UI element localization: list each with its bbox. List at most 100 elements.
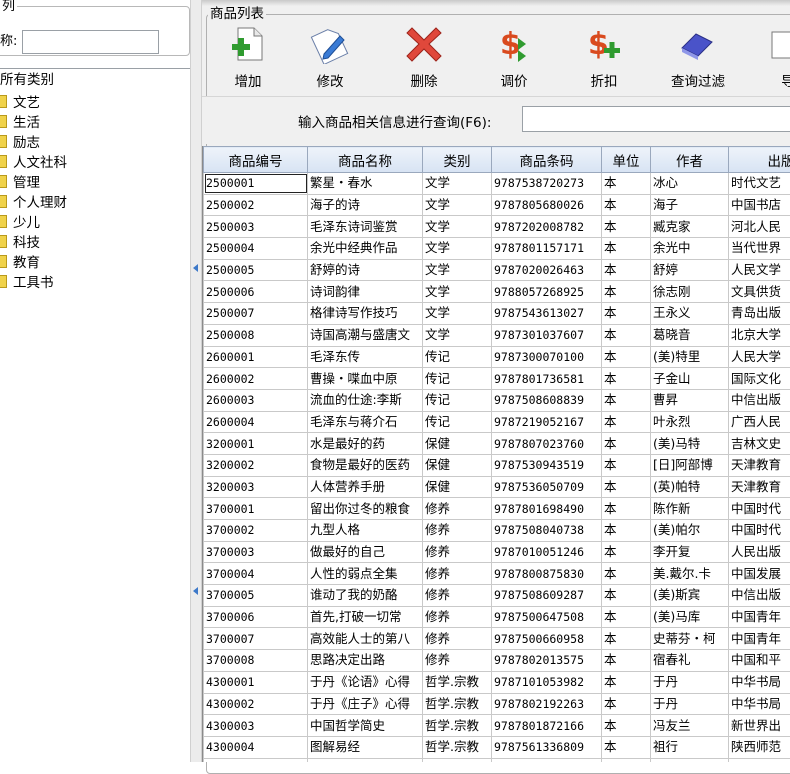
column-header[interactable]: 出版 xyxy=(729,147,790,173)
table-row[interactable]: 2600002曹操・喋血中原传记9787801736581本子金山国际文化 xyxy=(204,368,790,390)
column-header[interactable]: 商品编号 xyxy=(204,147,308,173)
table-cell: 中国哲学简史 xyxy=(308,715,423,737)
table-row[interactable]: 2500007格律诗写作技巧文学9787543613027本王永义青岛出版 xyxy=(204,303,790,325)
table-cell: 9787101053982 xyxy=(492,671,602,693)
table-row[interactable]: 3700007高效能人士的第八修养9787500660958本史蒂芬・柯中国青年 xyxy=(204,628,790,650)
table-cell: 文学 xyxy=(423,238,492,260)
toolbar-button[interactable]: 删除 xyxy=(380,22,460,92)
table-cell: 人民文学 xyxy=(729,259,790,281)
table-row[interactable]: 3700003做最好的自己修养9787010051246本李开复人民出版 xyxy=(204,541,790,563)
table-cell: 传记 xyxy=(423,411,492,433)
toolbar-button[interactable]: $调价 xyxy=(470,22,550,92)
table-cell: 毛泽东诗词鉴赏 xyxy=(308,216,423,238)
table-cell: 本 xyxy=(602,259,651,281)
folder-icon xyxy=(0,115,7,128)
table-row[interactable]: 2600003流血的仕途:李斯传记9787508608839本曹昇中信出版 xyxy=(204,389,790,411)
table-cell: 本 xyxy=(602,541,651,563)
table-cell: 9787802192263 xyxy=(492,693,602,715)
table-cell: 中国和平 xyxy=(729,650,790,672)
table-row[interactable]: 2500002海子的诗文学9787805680026本海子中国书店 xyxy=(204,194,790,216)
folder-icon xyxy=(0,95,7,108)
table-row[interactable]: 2500004余光中经典作品文学9787801157171本余光中当代世界 xyxy=(204,238,790,260)
tree-item-category[interactable]: 管理 xyxy=(0,171,67,191)
column-header[interactable]: 商品条码 xyxy=(492,147,602,173)
table-row[interactable]: 4300005厚黑学哲学.宗教9787800806063本李宗吾群言出版 xyxy=(204,758,790,762)
name-input[interactable] xyxy=(22,30,159,54)
tree-item-category[interactable]: 励志 xyxy=(0,131,67,151)
table-cell: 李开复 xyxy=(651,541,729,563)
table-row[interactable]: 4300003中国哲学简史哲学.宗教9787801872166本冯友兰新世界出 xyxy=(204,715,790,737)
table-cell: 九型人格 xyxy=(308,520,423,542)
table-cell: 人性的弱点全集 xyxy=(308,563,423,585)
table-row[interactable]: 3200001水是最好的药保健9787807023760本(美)马特吉林文史 xyxy=(204,433,790,455)
toolbar-button[interactable]: 查询过滤 xyxy=(654,22,734,92)
table-cell: 哲学.宗教 xyxy=(423,758,492,762)
tree-item-category[interactable]: 工具书 xyxy=(0,271,67,291)
column-header[interactable]: 类别 xyxy=(423,147,492,173)
table-cell: 3700003 xyxy=(204,541,308,563)
splitter[interactable] xyxy=(190,0,202,762)
table-cell: 修养 xyxy=(423,541,492,563)
table-row[interactable]: 3700001留出你过冬的粮食修养9787801698490本陈作新中国时代 xyxy=(204,498,790,520)
category-tree: 所有类别 文艺生活励志人文社科管理个人理财少儿科技教育工具书 xyxy=(0,68,190,762)
table-cell: (英)帕特 xyxy=(651,476,729,498)
folder-icon xyxy=(0,195,7,208)
price-adjust-icon: $ xyxy=(494,24,534,64)
toolbar-button-label: 删除 xyxy=(380,70,468,90)
collapse-arrow-icon[interactable] xyxy=(193,264,198,272)
tree-item-category[interactable]: 文艺 xyxy=(0,91,67,111)
table-row[interactable]: 2500008诗国高潮与盛唐文文学9787301037607本葛晓音北京大学 xyxy=(204,324,790,346)
table-row[interactable]: 2500005舒婷的诗文学9787020026463本舒婷人民文学 xyxy=(204,259,790,281)
table-cell: 于丹 xyxy=(651,693,729,715)
table-cell: 高效能人士的第八 xyxy=(308,628,423,650)
column-header[interactable]: 作者 xyxy=(651,147,729,173)
table-cell: 美.戴尔.卡 xyxy=(651,563,729,585)
table-cell: 2500002 xyxy=(204,194,308,216)
toolbar-button[interactable]: $折扣 xyxy=(560,22,640,92)
table-row[interactable]: 4300002于丹《庄子》心得哲学.宗教9787802192263本于丹中华书局 xyxy=(204,693,790,715)
table-cell: 4300003 xyxy=(204,715,308,737)
toolbar-button[interactable]: 修改 xyxy=(286,22,366,92)
tree-item-category[interactable]: 个人理财 xyxy=(0,191,67,211)
table-row[interactable]: 3200003人体营养手册保健9787536050709本(英)帕特天津教育 xyxy=(204,476,790,498)
table-row[interactable]: 2600001毛泽东传传记9787300070100本(美)特里人民大学 xyxy=(204,346,790,368)
table-header-row: 商品编号商品名称类别商品条码单位作者出版 xyxy=(204,147,790,173)
table-row[interactable]: 3700002九型人格修养9787508040738本(美)帕尔中国时代 xyxy=(204,520,790,542)
table-row[interactable]: 3700006首先,打破一切常修养9787500647508本(美)马库中国青年 xyxy=(204,606,790,628)
table-row[interactable]: 4300004图解易经哲学.宗教9787561336809本祖行陕西师范 xyxy=(204,736,790,758)
table-row[interactable]: 2500001繁星・春水文学9787538720273本冰心时代文艺 xyxy=(204,173,790,195)
table-row[interactable]: 4300001于丹《论语》心得哲学.宗教9787101053982本于丹中华书局 xyxy=(204,671,790,693)
tree-item-category[interactable]: 生活 xyxy=(0,111,67,131)
table-row[interactable]: 3700004人性的弱点全集修养9787800875830本美.戴尔.卡中国发展 xyxy=(204,563,790,585)
table-cell: 毛泽东与蒋介石 xyxy=(308,411,423,433)
filter-eraser-icon xyxy=(678,24,718,64)
table-row[interactable]: 2600004毛泽东与蒋介石传记9787219052167本叶永烈广西人民 xyxy=(204,411,790,433)
table-row[interactable]: 2500006诗词韵律文学9788057268925本徐志刚文具供货 xyxy=(204,281,790,303)
table-row[interactable]: 3700005谁动了我的奶酪修养9787508609287本(美)斯宾中信出版 xyxy=(204,585,790,607)
column-header[interactable]: 单位 xyxy=(602,147,651,173)
table-cell: 中信出版 xyxy=(729,585,790,607)
tree-item-label: 少儿 xyxy=(13,211,40,231)
tree-root-all-categories[interactable]: 所有类别 xyxy=(0,71,54,89)
table-cell: 3700006 xyxy=(204,606,308,628)
tree-item-category[interactable]: 人文社科 xyxy=(0,151,67,171)
tree-item-category[interactable]: 教育 xyxy=(0,251,67,271)
table-cell: 修养 xyxy=(423,650,492,672)
product-list-panel: 商品列表 增加修改删除$调价$折扣查询过滤导 输入商品相关信息进行查询(F6):… xyxy=(202,0,790,762)
table-row[interactable]: 2500003毛泽东诗词鉴赏文学9787202008782本臧克家河北人民 xyxy=(204,216,790,238)
tree-item-category[interactable]: 科技 xyxy=(0,231,67,251)
tree-item-category[interactable]: 少儿 xyxy=(0,211,67,231)
product-table: 商品编号商品名称类别商品条码单位作者出版 2500001繁星・春水文学97875… xyxy=(203,146,790,762)
collapse-arrow-icon[interactable] xyxy=(193,587,198,595)
table-row[interactable]: 3200002食物是最好的医药保健9787530943519本[日]阿部博天津教… xyxy=(204,454,790,476)
table-cell: 传记 xyxy=(423,346,492,368)
table-cell: [日]阿部博 xyxy=(651,454,729,476)
toolbar-button[interactable]: 增加 xyxy=(204,22,284,92)
table-cell: 本 xyxy=(602,433,651,455)
table-cell: 群言出版 xyxy=(729,758,790,762)
table-row[interactable]: 3700008思路决定出路修养9787802013575本宿春礼中国和平 xyxy=(204,650,790,672)
column-header[interactable]: 商品名称 xyxy=(308,147,423,173)
toolbar-button[interactable]: 导 xyxy=(744,22,790,92)
search-input[interactable] xyxy=(522,106,790,132)
table-cell: (美)斯宾 xyxy=(651,585,729,607)
